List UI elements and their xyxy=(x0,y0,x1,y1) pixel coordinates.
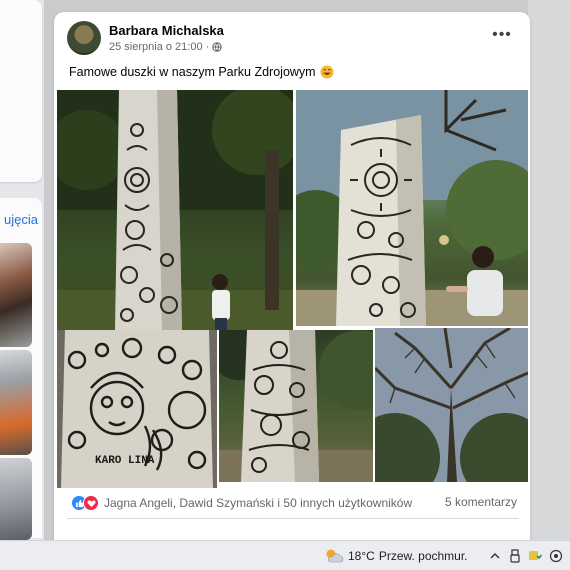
photo-1-image xyxy=(57,90,293,330)
author-avatar[interactable] xyxy=(67,21,101,55)
smiling-face-emoji-icon xyxy=(320,65,334,79)
photo-5-image xyxy=(375,328,528,482)
taskbar: 18°C Przew. pochmur. xyxy=(0,540,570,570)
post-photo-3[interactable]: KARO LINA xyxy=(57,330,217,488)
author-name[interactable]: Barbara Michalska xyxy=(109,23,224,38)
meta-separator: · xyxy=(205,41,210,53)
app-tray-icon[interactable] xyxy=(548,549,564,568)
security-icon[interactable] xyxy=(528,549,543,568)
divider xyxy=(67,518,519,519)
post-photo-1[interactable] xyxy=(57,90,293,330)
left-thumbnail[interactable] xyxy=(0,350,32,455)
caption-text: Famowe duszki w naszym Parku Zdrojowym xyxy=(69,65,316,79)
show-hidden-icons-chevron-up-icon[interactable] xyxy=(490,549,500,563)
left-feed-card xyxy=(0,0,42,182)
usb-icon[interactable] xyxy=(510,549,520,568)
photo-handwritten-text: KARO LINA xyxy=(95,455,155,467)
post-timestamp[interactable]: 25 sierpnia o 21:00 xyxy=(109,41,203,53)
post-meta: 25 sierpnia o 21:00 · xyxy=(109,41,222,53)
post-photo-4[interactable] xyxy=(219,330,373,482)
globe-icon xyxy=(212,42,222,52)
reactions-row[interactable]: Jagna Angeli, Dawid Szymański i 50 innyc… xyxy=(71,495,412,511)
partly-cloudy-icon xyxy=(326,549,344,563)
left-link[interactable]: ujęcia xyxy=(4,212,38,227)
weather-text: Przew. pochmur. xyxy=(378,549,468,563)
post-caption: Famowe duszki w naszym Parku Zdrojowym xyxy=(69,65,334,79)
love-icon xyxy=(83,495,99,511)
photo-2-image xyxy=(296,90,528,326)
comments-count[interactable]: 5 komentarzy xyxy=(445,495,517,509)
left-thumbnail[interactable] xyxy=(0,243,32,347)
post-card: Barbara Michalska 25 sierpnia o 21:00 · … xyxy=(54,12,530,540)
weather-widget[interactable]: 18°C Przew. pochmur. xyxy=(324,548,468,564)
left-thumbnail[interactable] xyxy=(0,458,32,540)
photo-4-image xyxy=(219,330,373,482)
post-photo-5[interactable] xyxy=(375,328,528,482)
post-photo-2[interactable] xyxy=(296,90,528,326)
temperature: 18°C xyxy=(348,549,375,563)
reactions-text[interactable]: Jagna Angeli, Dawid Szymański i 50 innyc… xyxy=(104,496,412,510)
more-options-button[interactable]: ••• xyxy=(490,27,514,46)
right-background xyxy=(528,0,570,540)
